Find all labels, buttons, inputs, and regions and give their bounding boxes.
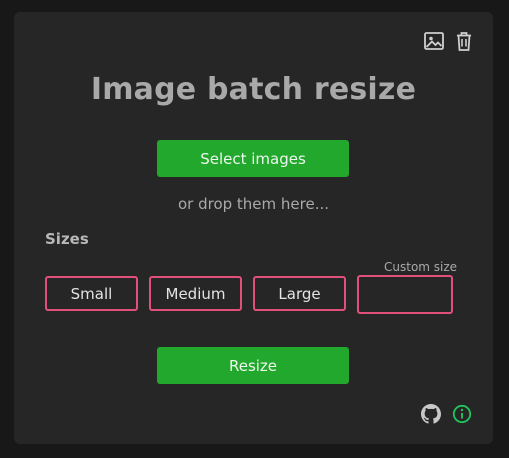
- select-images-button[interactable]: Select images: [157, 140, 349, 177]
- trash-icon[interactable]: [453, 30, 475, 52]
- size-option-small[interactable]: Small: [45, 276, 138, 311]
- sizes-heading: Sizes: [45, 230, 89, 248]
- resize-card: Image batch resize Select images or drop…: [14, 12, 493, 444]
- drop-zone-hint[interactable]: or drop them here...: [14, 195, 493, 213]
- size-option-large[interactable]: Large: [253, 276, 346, 311]
- custom-size-input[interactable]: [357, 275, 453, 314]
- top-toolbar: [423, 30, 475, 52]
- resize-button[interactable]: Resize: [157, 347, 349, 384]
- info-icon[interactable]: [451, 403, 473, 425]
- image-icon[interactable]: [423, 30, 445, 52]
- github-icon[interactable]: [420, 403, 442, 425]
- size-option-medium[interactable]: Medium: [149, 276, 242, 311]
- footer-links: [420, 403, 473, 425]
- custom-size-label: Custom size: [384, 260, 458, 274]
- page-title: Image batch resize: [90, 72, 417, 107]
